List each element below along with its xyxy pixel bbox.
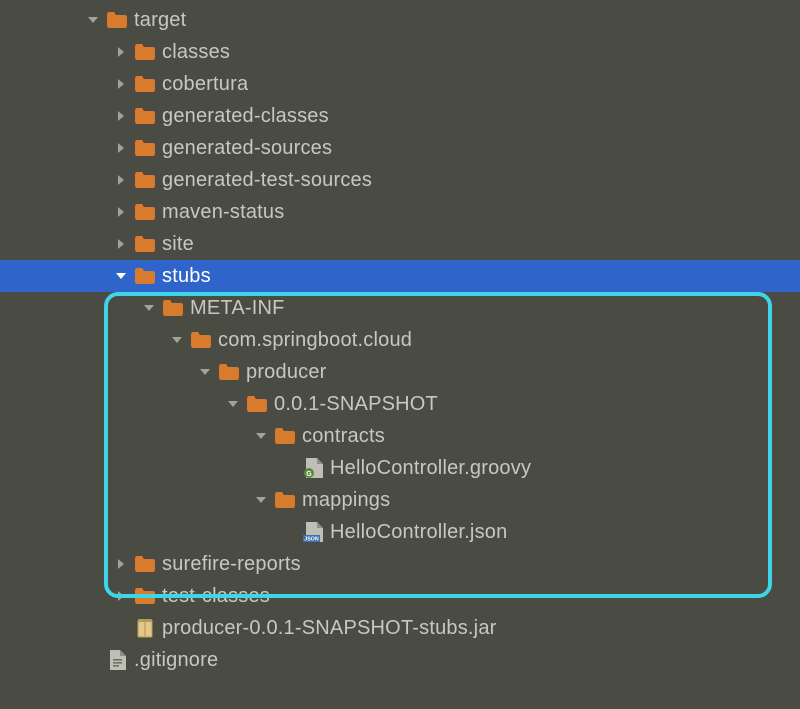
tree-item-label: contracts — [302, 425, 385, 448]
chevron-down-icon[interactable] — [224, 395, 242, 413]
tree-row[interactable]: maven-status — [0, 196, 800, 228]
folder-icon — [218, 361, 240, 383]
tree-row[interactable]: .gitignore — [0, 644, 800, 676]
folder-icon — [134, 105, 156, 127]
chevron-right-icon[interactable] — [112, 171, 130, 189]
chevron-down-icon[interactable] — [84, 11, 102, 29]
chevron-down-icon[interactable] — [196, 363, 214, 381]
folder-icon — [134, 201, 156, 223]
tree-row[interactable]: generated-test-sources — [0, 164, 800, 196]
folder-icon — [190, 329, 212, 351]
groovy-icon: G — [302, 457, 324, 479]
jar-icon — [134, 617, 156, 639]
folder-icon — [134, 265, 156, 287]
chevron-down-icon[interactable] — [252, 427, 270, 445]
tree-item-label: HelloController.json — [330, 521, 507, 544]
file-icon — [106, 649, 128, 671]
tree-item-label: surefire-reports — [162, 553, 301, 576]
tree-row[interactable]: mappings — [0, 484, 800, 516]
tree-item-label: com.springboot.cloud — [218, 329, 412, 352]
tree-item-label: generated-sources — [162, 137, 332, 160]
chevron-right-icon[interactable] — [112, 107, 130, 125]
tree-row[interactable]: META-INF — [0, 292, 800, 324]
folder-icon — [274, 425, 296, 447]
tree-item-label: generated-classes — [162, 105, 329, 128]
tree-item-label: maven-status — [162, 201, 284, 224]
chevron-right-icon[interactable] — [112, 43, 130, 61]
tree-row[interactable]: generated-sources — [0, 132, 800, 164]
folder-icon — [134, 137, 156, 159]
tree-row[interactable]: surefire-reports — [0, 548, 800, 580]
tree-row[interactable]: G HelloController.groovy — [0, 452, 800, 484]
chevron-down-icon[interactable] — [140, 299, 158, 317]
svg-text:G: G — [306, 471, 312, 478]
tree-row[interactable]: producer-0.0.1-SNAPSHOT-stubs.jar — [0, 612, 800, 644]
tree-row[interactable]: 0.0.1-SNAPSHOT — [0, 388, 800, 420]
chevron-right-icon[interactable] — [112, 75, 130, 93]
tree-item-label: 0.0.1-SNAPSHOT — [274, 393, 438, 416]
tree-row[interactable]: com.springboot.cloud — [0, 324, 800, 356]
tree-row[interactable]: cobertura — [0, 68, 800, 100]
tree-row[interactable]: stubs — [0, 260, 800, 292]
tree-item-label: generated-test-sources — [162, 169, 372, 192]
folder-icon — [134, 233, 156, 255]
project-tree: target classes cobertura generated-classes g… — [0, 0, 800, 676]
chevron-right-icon[interactable] — [112, 555, 130, 573]
tree-row[interactable]: target — [0, 4, 800, 36]
tree-row[interactable]: site — [0, 228, 800, 260]
folder-icon — [134, 585, 156, 607]
tree-item-label: .gitignore — [134, 649, 218, 672]
folder-icon — [274, 489, 296, 511]
folder-icon — [106, 9, 128, 31]
chevron-right-icon[interactable] — [112, 139, 130, 157]
tree-item-label: producer-0.0.1-SNAPSHOT-stubs.jar — [162, 617, 497, 640]
tree-item-label: classes — [162, 41, 230, 64]
chevron-down-icon[interactable] — [112, 267, 130, 285]
json-icon: JSON — [302, 521, 324, 543]
tree-item-label: cobertura — [162, 73, 248, 96]
chevron-down-icon[interactable] — [252, 491, 270, 509]
svg-text:JSON: JSON — [304, 537, 319, 542]
tree-row[interactable]: JSON HelloController.json — [0, 516, 800, 548]
folder-icon — [134, 73, 156, 95]
tree-item-label: test-classes — [162, 585, 270, 608]
folder-icon — [134, 553, 156, 575]
tree-item-label: site — [162, 233, 194, 256]
chevron-right-icon[interactable] — [112, 587, 130, 605]
folder-icon — [134, 169, 156, 191]
chevron-down-icon[interactable] — [168, 331, 186, 349]
folder-icon — [246, 393, 268, 415]
tree-row[interactable]: producer — [0, 356, 800, 388]
tree-row[interactable]: test-classes — [0, 580, 800, 612]
tree-item-label: stubs — [162, 265, 211, 288]
chevron-right-icon[interactable] — [112, 203, 130, 221]
tree-row[interactable]: generated-classes — [0, 100, 800, 132]
chevron-right-icon[interactable] — [112, 235, 130, 253]
folder-icon — [162, 297, 184, 319]
folder-icon — [134, 41, 156, 63]
tree-row[interactable]: classes — [0, 36, 800, 68]
tree-item-label: target — [134, 9, 186, 32]
tree-item-label: mappings — [302, 489, 390, 512]
tree-row[interactable]: contracts — [0, 420, 800, 452]
tree-item-label: producer — [246, 361, 327, 384]
tree-item-label: HelloController.groovy — [330, 457, 531, 480]
tree-item-label: META-INF — [190, 297, 285, 320]
